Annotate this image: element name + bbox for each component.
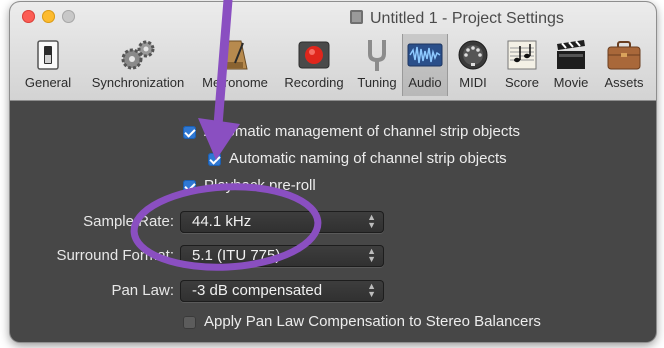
tab-synchronization[interactable]: Synchronization xyxy=(82,34,194,96)
tab-midi[interactable]: MIDI xyxy=(450,34,496,96)
tab-midi-label: MIDI xyxy=(459,75,487,90)
clapperboard-icon xyxy=(557,40,585,69)
auto-management-label: Automatic management of channel strip ob… xyxy=(204,123,521,140)
tab-metronome[interactable]: Metronome xyxy=(196,34,274,96)
close-window-button[interactable] xyxy=(22,10,35,23)
tab-general[interactable]: General xyxy=(18,34,78,96)
stepper-arrows-icon: ▲ ▼ xyxy=(367,246,376,264)
playback-preroll-label: Playback pre-roll xyxy=(204,177,316,194)
midi-port-icon xyxy=(458,40,488,70)
tab-recording[interactable]: Recording xyxy=(276,34,352,96)
tab-assets-label: Assets xyxy=(604,75,644,90)
tab-recording-label: Recording xyxy=(284,75,344,90)
tab-tuning[interactable]: Tuning xyxy=(352,34,402,96)
tuning-fork-icon xyxy=(368,40,386,71)
tab-movie-label: Movie xyxy=(553,75,589,90)
sample-rate-select[interactable]: 44.1 kHz ▲ ▼ xyxy=(180,211,384,233)
tab-general-label: General xyxy=(24,75,72,90)
playback-preroll-checkbox[interactable] xyxy=(183,180,196,193)
score-icon xyxy=(507,40,537,70)
tab-score-label: Score xyxy=(505,75,539,90)
zoom-window-button[interactable] xyxy=(62,10,75,23)
pan-law-value: -3 dB compensated xyxy=(192,282,323,299)
tab-synchronization-label: Synchronization xyxy=(91,75,185,90)
surround-format-value: 5.1 (ITU 775) xyxy=(192,247,281,264)
auto-naming-checkbox[interactable] xyxy=(208,153,221,166)
stepper-arrows-icon: ▲ ▼ xyxy=(367,281,376,299)
tab-movie[interactable]: Movie xyxy=(546,34,596,96)
audio-settings-panel: Automatic management of channel strip ob… xyxy=(10,101,656,342)
minimize-window-button[interactable] xyxy=(42,10,55,23)
tab-score[interactable]: Score xyxy=(498,34,546,96)
pan-law-compensation-checkbox[interactable] xyxy=(183,316,196,329)
stepper-arrows-icon: ▲ ▼ xyxy=(367,212,376,230)
surround-format-label: Surround Format: xyxy=(56,247,174,264)
metronome-icon xyxy=(222,40,248,70)
project-settings-window: Untitled 1 - Project Settings General Sy… xyxy=(10,2,656,342)
tab-assets[interactable]: Assets xyxy=(596,34,652,96)
record-icon xyxy=(298,41,330,69)
toolbar: Untitled 1 - Project Settings General Sy… xyxy=(10,2,656,101)
sample-rate-value: 44.1 kHz xyxy=(192,213,252,230)
window-title: Untitled 1 - Project Settings xyxy=(350,10,564,28)
window-title-text: Untitled 1 - Project Settings xyxy=(370,10,564,27)
pan-law-label: Pan Law: xyxy=(111,282,174,299)
waveform-icon xyxy=(407,43,443,67)
tab-tuning-label: Tuning xyxy=(357,75,397,90)
tab-audio-label: Audio xyxy=(408,75,442,90)
sample-rate-label: Sample Rate: xyxy=(83,213,174,230)
tab-audio[interactable]: Audio xyxy=(402,34,448,96)
briefcase-icon xyxy=(607,41,641,70)
surround-format-select[interactable]: 5.1 (ITU 775) ▲ ▼ xyxy=(180,245,384,267)
switch-icon xyxy=(37,40,59,70)
pan-law-compensation-label: Apply Pan Law Compensation to Stereo Bal… xyxy=(204,313,541,330)
auto-management-checkbox[interactable] xyxy=(183,126,196,139)
pan-law-select[interactable]: -3 dB compensated ▲ ▼ xyxy=(180,280,384,302)
gears-icon xyxy=(121,40,155,70)
document-icon xyxy=(350,10,363,24)
tab-metronome-label: Metronome xyxy=(202,75,268,90)
auto-naming-label: Automatic naming of channel strip object… xyxy=(229,150,507,167)
